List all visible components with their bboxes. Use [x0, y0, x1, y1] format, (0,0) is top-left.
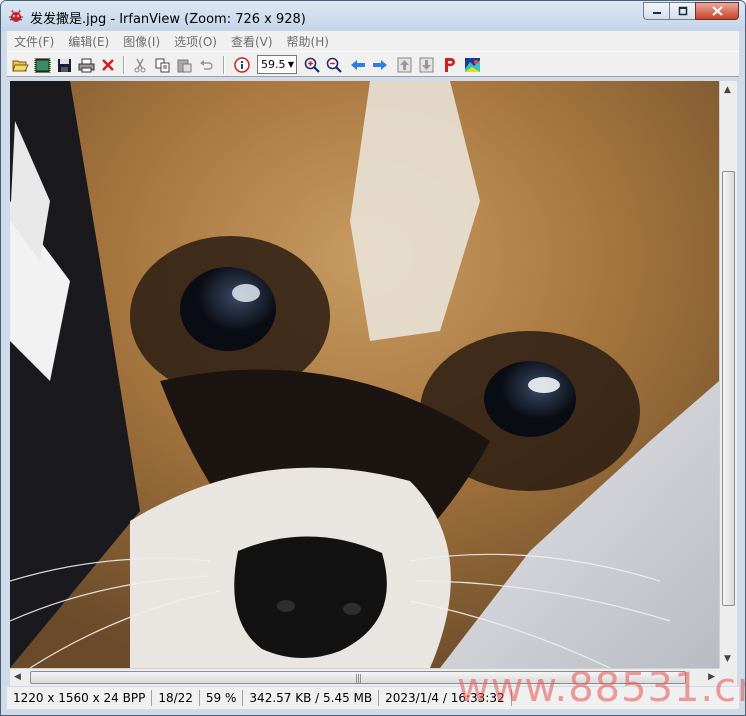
delete-icon[interactable]: [99, 56, 117, 74]
watermark: www.88531.cn: [457, 665, 746, 711]
close-button[interactable]: [695, 2, 739, 20]
menu-options[interactable]: 选项(O): [167, 33, 224, 50]
vertical-scroll-thumb[interactable]: [722, 171, 735, 606]
previous-arrow-icon[interactable]: [349, 56, 367, 74]
save-icon[interactable]: [55, 56, 73, 74]
irfanview-cat-icon[interactable]: [8, 8, 24, 24]
maximize-icon: [678, 6, 687, 16]
print-icon[interactable]: [77, 56, 95, 74]
minimize-icon: [652, 12, 661, 14]
plugin-p-icon[interactable]: [441, 56, 459, 74]
status-dimensions: 1220 x 1560 x 24 BPP: [7, 690, 153, 706]
chevron-down-icon[interactable]: ▼: [288, 60, 294, 69]
next-arrow-icon[interactable]: [371, 56, 389, 74]
close-icon: [711, 6, 723, 16]
down-icon[interactable]: [417, 56, 435, 74]
zoom-value: 59.5: [261, 58, 286, 71]
paste-icon[interactable]: [175, 56, 193, 74]
menu-image[interactable]: 图像(I): [116, 33, 167, 50]
status-index: 18/22: [152, 690, 200, 706]
status-filesize: 342.57 KB / 5.45 MB: [243, 690, 380, 706]
title-bar[interactable]: 发发撒是.jpg - IrfanView (Zoom: 726 x 928): [1, 1, 745, 31]
minimize-button[interactable]: [643, 2, 669, 20]
menu-view[interactable]: 查看(V): [224, 33, 280, 50]
info-icon[interactable]: [233, 56, 251, 74]
up-icon[interactable]: [395, 56, 413, 74]
scroll-down-icon[interactable]: ▼: [724, 654, 731, 664]
color-palette-icon[interactable]: [463, 56, 481, 74]
copy-icon[interactable]: [153, 56, 171, 74]
menu-help[interactable]: 帮助(H): [280, 33, 336, 50]
image-viewport[interactable]: [10, 81, 719, 668]
irfanview-window: 发发撒是.jpg - IrfanView (Zoom: 726 x 928) 文…: [0, 0, 746, 716]
menu-edit[interactable]: 编辑(E): [61, 33, 116, 50]
undo-icon[interactable]: [197, 56, 215, 74]
toolbar: 59.5 ▼: [7, 51, 739, 77]
window-title: 发发撒是.jpg - IrfanView (Zoom: 726 x 928): [30, 12, 306, 27]
zoom-out-icon[interactable]: [325, 56, 343, 74]
menu-bar: 文件(F) 编辑(E) 图像(I) 选项(O) 查看(V) 帮助(H): [7, 31, 739, 51]
toolbar-separator: [123, 56, 125, 74]
grip-icon: |||: [354, 674, 362, 684]
scroll-up-icon[interactable]: ▲: [724, 85, 731, 95]
menu-file[interactable]: 文件(F): [7, 33, 61, 50]
cut-icon[interactable]: [131, 56, 149, 74]
open-folder-icon[interactable]: [11, 56, 29, 74]
status-zoom: 59 %: [200, 690, 244, 706]
thumbnails-icon[interactable]: [33, 56, 51, 74]
toolbar-separator: [223, 56, 225, 74]
vertical-scrollbar[interactable]: ▲ ▼: [719, 81, 737, 668]
puppy-photo: [10, 81, 719, 668]
caption-buttons: [643, 2, 739, 21]
maximize-button[interactable]: [669, 2, 695, 20]
zoom-in-icon[interactable]: [303, 56, 321, 74]
zoom-combo[interactable]: 59.5 ▼: [257, 55, 297, 74]
scroll-left-icon[interactable]: ◀: [14, 672, 21, 682]
